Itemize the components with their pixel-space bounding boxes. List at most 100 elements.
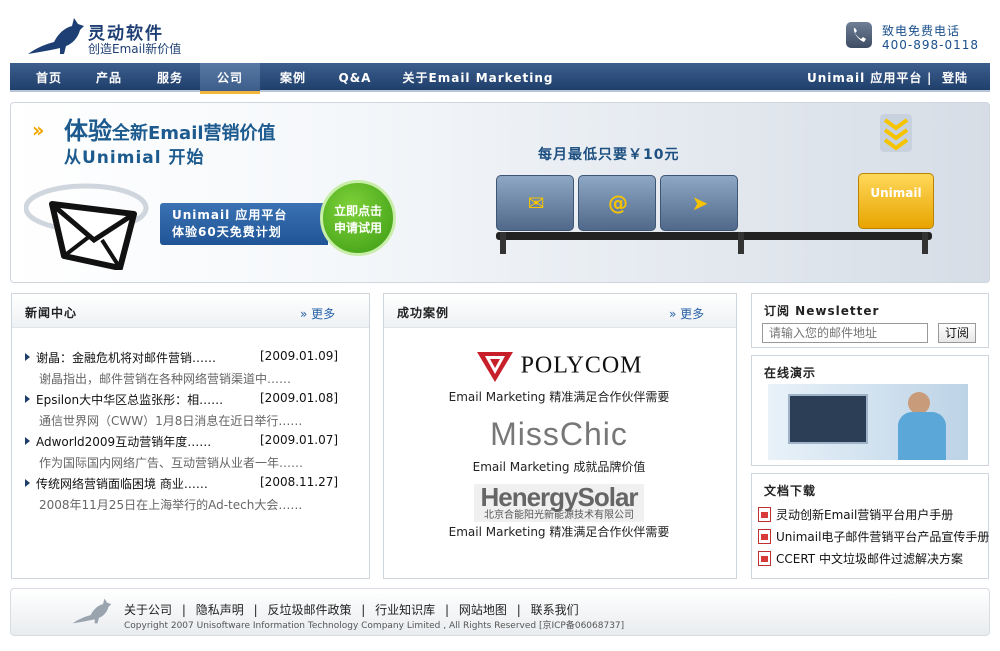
henergysolar-logo[interactable]: HenergySolar 北京合能阳光新能源技术有限公司: [384, 484, 734, 522]
nav-item-cases[interactable]: 案例: [268, 63, 318, 92]
doc-link[interactable]: 灵动创新Email营销平台用户手册: [758, 506, 953, 523]
cases-more-link[interactable]: » 更多: [669, 305, 704, 322]
news-item-date: [2008.11.27]: [260, 475, 339, 489]
news-item-title[interactable]: 谢晶：金融危机将对邮件营销……: [25, 349, 216, 366]
doc-link-label: Unimail电子邮件营销平台产品宣传手册: [776, 530, 990, 544]
nav-item-products[interactable]: 产品: [84, 63, 134, 92]
news-panel: 新闻中心 » 更多 谢晶：金融危机将对邮件营销…… [2009.01.09] 谢…: [11, 293, 370, 579]
cases-panel: 成功案例 » 更多 POLYCOM Email Marketing 精准满足合作…: [383, 293, 737, 579]
polycom-logo[interactable]: POLYCOM: [384, 348, 734, 384]
banner-title-rest: 全新Email营销价值: [112, 123, 276, 144]
footer-separator: |: [253, 603, 258, 617]
misschic-logo[interactable]: MissChic: [384, 416, 734, 456]
footer-link-knowledge[interactable]: 行业知识库: [375, 603, 435, 617]
news-item-desc: 2008年11月25日在上海举行的Ad-tech大会……: [39, 498, 303, 512]
phone-label: 致电免费电话: [882, 24, 961, 38]
news-item-title[interactable]: Adworld2009互动营销年度……: [25, 433, 211, 450]
docs-title: 文档下载: [764, 484, 817, 498]
price-text: 每月最低只要￥10元: [538, 147, 680, 163]
banner-subtitle: 从Unimial 开始: [64, 148, 205, 168]
nav-separator: |: [927, 71, 933, 85]
person-head-icon: [908, 392, 930, 414]
demo-title: 在线演示: [764, 366, 817, 380]
doc-link[interactable]: Unimail电子邮件营销平台产品宣传手册: [758, 528, 989, 545]
envelope-graphic-icon: [23, 178, 154, 271]
polycom-wordmark: POLYCOM: [520, 352, 643, 379]
down-chevrons-icon: [880, 114, 912, 152]
doc-link[interactable]: CCERT 中文垃圾邮件过滤解决方案: [758, 550, 963, 567]
kangaroo-icon: [28, 18, 84, 54]
person-body-icon: [898, 412, 946, 460]
banner-title: 体验全新Email营销价值: [64, 111, 276, 146]
seat-mail: ✉: [496, 175, 574, 231]
nav-item-qa[interactable]: Q&A: [330, 63, 380, 92]
seat-unimail: [858, 173, 934, 229]
news-item-desc: 通信世界网（CWW）1月8日消息在近日举行……: [39, 414, 303, 428]
cases-panel-header: 成功案例 » 更多: [384, 294, 736, 328]
promo-box[interactable]: Unimail 应用平台 体验60天免费计划: [160, 203, 328, 245]
pdf-icon: [758, 507, 771, 522]
seat-arrow: ➤: [660, 175, 738, 231]
news-item-desc: 作为国际国内网络广告、互动营销从业者一年……: [39, 456, 304, 470]
phone-icon: [846, 22, 872, 48]
at-icon: @: [608, 191, 628, 215]
nav-platform-link[interactable]: Unimail 应用平台: [807, 63, 922, 92]
nav-item-company[interactable]: 公司: [200, 63, 260, 94]
footer-link-privacy[interactable]: 隐私声明: [196, 603, 244, 617]
footer-link-contact[interactable]: 联系我们: [531, 603, 579, 617]
henergysolar-company: 北京合能阳光新能源技术有限公司: [483, 510, 634, 521]
promo-line2: 体验60天免费计划: [172, 225, 282, 239]
pdf-icon: [758, 551, 771, 566]
double-chevron-icon: »: [669, 307, 681, 321]
footer-link-about[interactable]: 关于公司: [124, 603, 172, 617]
arrow-circle-icon: ➤: [691, 191, 709, 215]
doc-link-label: 灵动创新Email营销平台用户手册: [776, 508, 954, 522]
news-item-date: [2009.01.09]: [260, 349, 339, 363]
cta-line2: 申请试用: [333, 221, 382, 235]
double-chevron-icon: »: [300, 307, 312, 321]
footer-link-sitemap[interactable]: 网站地图: [459, 603, 507, 617]
double-chevron-icon: ››: [32, 118, 45, 142]
newsletter-title: 订阅 Newsletter: [764, 304, 880, 318]
news-item-title[interactable]: Epsilon大中华区总监张彤：相……: [25, 391, 223, 408]
newsletter-email-input[interactable]: [762, 323, 928, 343]
nav-item-home[interactable]: 首页: [24, 63, 74, 92]
footer-link-antispam[interactable]: 反垃圾邮件政策: [267, 603, 351, 617]
cases-title: 成功案例: [397, 306, 450, 320]
news-item-desc: 谢晶指出，邮件营销在各种网络营销渠道中……: [39, 372, 292, 386]
bench-leg: [500, 232, 506, 254]
demo-thumbnail[interactable]: [768, 384, 968, 460]
brand-slogan: 创造Email新价值: [88, 42, 182, 56]
newsletter-panel: 订阅 Newsletter 订阅: [751, 293, 989, 348]
bench-leg: [738, 232, 744, 254]
seat-at: @: [578, 175, 656, 231]
docs-panel: 文档下载 灵动创新Email营销平台用户手册 Unimail电子邮件营销平台产品…: [751, 473, 989, 579]
case-caption: Email Marketing 精准满足合作伙伴需要: [448, 390, 670, 404]
cta-line1: 立即点击: [333, 204, 382, 218]
envelope-icon: ✉: [527, 191, 545, 215]
news-title: 新闻中心: [25, 306, 78, 320]
apply-trial-button[interactable]: 立即点击 申请试用: [320, 180, 396, 256]
nav-item-services[interactable]: 服务: [145, 63, 195, 92]
seat-unimail-label: Unimail: [870, 186, 922, 200]
monitor-icon: [788, 394, 868, 444]
phone-number: 400-898-0118: [882, 38, 980, 52]
case-caption: Email Marketing 精准满足合作伙伴需要: [448, 525, 670, 539]
nav-login-link[interactable]: 登陆: [942, 63, 968, 92]
footer-separator: |: [361, 603, 366, 617]
footer-separator: |: [445, 603, 450, 617]
footer-separator: |: [181, 603, 186, 617]
case-caption: Email Marketing 成就品牌价值: [472, 460, 646, 474]
subscribe-button[interactable]: 订阅: [938, 323, 976, 343]
news-item-title[interactable]: 传统网络营销面临困境 商业……: [25, 475, 208, 492]
news-more-link[interactable]: » 更多: [300, 305, 335, 322]
nav-item-about-email-marketing[interactable]: 关于Email Marketing: [398, 63, 558, 92]
news-item-date: [2009.01.08]: [260, 391, 339, 405]
polycom-mark-icon: [477, 352, 514, 382]
news-panel-header: 新闻中心 » 更多: [12, 294, 369, 328]
footer-separator: |: [516, 603, 521, 617]
pdf-icon: [758, 529, 771, 544]
bench-rail: [496, 232, 932, 240]
footer-links: 关于公司 | 隐私声明 | 反垃圾邮件政策 | 行业知识库 | 网站地图 | 联…: [124, 601, 579, 618]
henergysolar-wordmark: HenergySolar: [480, 482, 638, 512]
